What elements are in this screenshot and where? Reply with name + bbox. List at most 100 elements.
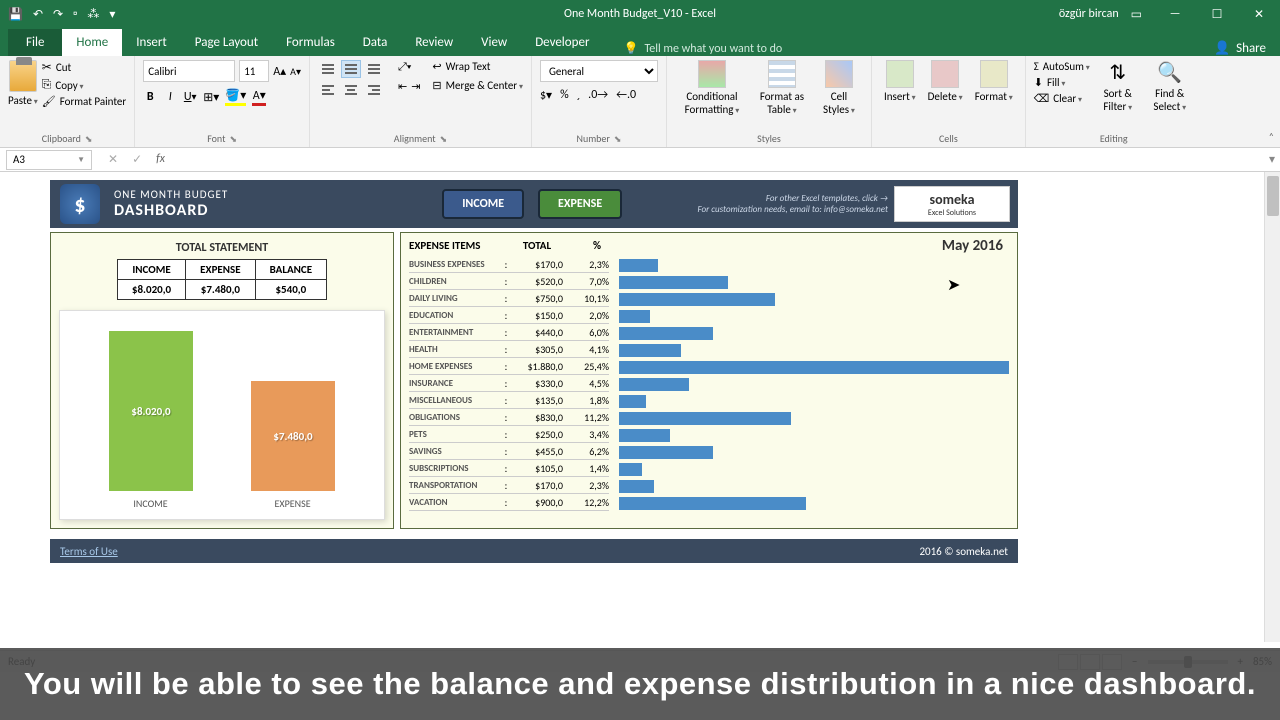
tab-home[interactable]: Home — [62, 29, 122, 56]
delete-icon — [931, 60, 959, 88]
worksheet[interactable]: $ ONE MONTH BUDGET DASHBOARD INCOME EXPE… — [0, 172, 1280, 642]
expense-row: EDUCATION:$150,02,0% — [409, 307, 609, 324]
decrease-indent-button[interactable]: ⇤ — [398, 80, 407, 93]
tell-me-search[interactable]: 💡 Tell me what you want to do — [623, 41, 782, 56]
lightbulb-icon: 💡 — [623, 41, 638, 56]
close-icon[interactable]: ✕ — [1238, 0, 1280, 28]
wrap-text-button[interactable]: ↩Wrap Text — [432, 60, 523, 73]
font-size-input[interactable] — [239, 60, 269, 82]
vertical-scrollbar[interactable] — [1264, 172, 1280, 642]
merge-center-button[interactable]: ⊟Merge & Center — [432, 79, 523, 92]
group-font: A▴ A▾ B I U▾ ⊞▾ 🪣▾ A▾ Font⬊ — [135, 56, 310, 147]
expense-row: BUSINESS EXPENSES:$170,02,3% — [409, 256, 609, 273]
expense-table: EXPENSE ITEMS TOTAL % BUSINESS EXPENSES:… — [409, 239, 609, 522]
align-center-button[interactable] — [341, 81, 361, 99]
delete-cells-button[interactable]: Delete — [924, 60, 967, 103]
align-top-button[interactable] — [318, 60, 338, 78]
number-format-select[interactable]: General — [540, 60, 658, 82]
sort-filter-button[interactable]: ⇅Sort & Filter — [1094, 60, 1142, 113]
minimize-icon[interactable]: — — [1154, 0, 1196, 28]
decrease-font-icon[interactable]: A▾ — [290, 65, 301, 78]
sigma-icon: Σ — [1034, 60, 1039, 73]
tab-file[interactable]: File — [8, 29, 62, 56]
expense-button[interactable]: EXPENSE — [538, 189, 622, 219]
expand-formula-bar-icon[interactable]: ▾ — [1264, 152, 1280, 167]
tab-insert[interactable]: Insert — [122, 29, 181, 56]
insert-cells-button[interactable]: Insert — [880, 60, 920, 103]
bold-button[interactable]: B — [143, 90, 157, 104]
formula-input[interactable] — [175, 150, 1264, 170]
expense-hbar — [619, 327, 713, 340]
insert-function-icon[interactable]: fx — [156, 152, 165, 167]
income-button[interactable]: INCOME — [442, 189, 524, 219]
increase-decimal-button[interactable]: .0→ — [588, 88, 608, 103]
font-name-input[interactable] — [143, 60, 235, 82]
increase-font-icon[interactable]: A▴ — [273, 64, 286, 79]
tab-formulas[interactable]: Formulas — [272, 29, 349, 56]
qat-icon[interactable]: ⁂ — [87, 7, 99, 22]
format-as-table-button[interactable]: Format as Table — [753, 60, 811, 116]
paste-button[interactable]: Paste — [8, 60, 38, 107]
maximize-icon[interactable]: ☐ — [1196, 0, 1238, 28]
collapse-ribbon-icon[interactable]: ˄ — [1269, 130, 1274, 143]
income-expense-chart: $8.020,0 $7.480,0 INCOME EXPENSE — [59, 310, 385, 520]
alignment-dialog-launcher[interactable]: ⬊ — [440, 134, 448, 145]
tab-data[interactable]: Data — [349, 29, 402, 56]
border-button[interactable]: ⊞▾ — [203, 90, 219, 105]
find-select-button[interactable]: 🔍Find & Select — [1146, 60, 1194, 113]
decrease-decimal-button[interactable]: ←.0 — [616, 88, 636, 103]
conditional-formatting-button[interactable]: Conditional Formatting — [675, 60, 749, 116]
increase-indent-button[interactable]: ⇥ — [411, 80, 420, 93]
group-styles: Conditional Formatting Format as Table C… — [667, 56, 872, 147]
copy-icon — [42, 78, 52, 92]
cond-format-icon — [698, 60, 726, 88]
expense-row: MISCELLANEOUS:$135,01,8% — [409, 392, 609, 409]
clipboard-dialog-launcher[interactable]: ⬊ — [85, 134, 93, 145]
align-left-button[interactable] — [318, 81, 338, 99]
font-color-button[interactable]: A▾ — [252, 88, 266, 106]
tab-review[interactable]: Review — [401, 29, 467, 56]
find-icon: 🔍 — [1157, 60, 1182, 85]
fill-color-button[interactable]: 🪣▾ — [225, 88, 246, 106]
fill-button[interactable]: ⬇Fill — [1034, 76, 1090, 89]
align-right-button[interactable] — [364, 81, 384, 99]
accounting-format-button[interactable]: $▾ — [540, 88, 552, 103]
align-bottom-button[interactable] — [364, 60, 384, 78]
enter-formula-icon[interactable]: ✓ — [132, 152, 142, 167]
orientation-button[interactable]: ⤢▾ — [398, 60, 420, 74]
font-dialog-launcher[interactable]: ⬊ — [229, 134, 237, 145]
number-dialog-launcher[interactable]: ⬊ — [614, 134, 622, 145]
terms-link[interactable]: Terms of Use — [60, 545, 118, 558]
copy-button[interactable]: Copy — [42, 78, 126, 92]
clear-button[interactable]: ⌫Clear — [1034, 92, 1090, 105]
expense-hbar — [619, 310, 650, 323]
cell-styles-button[interactable]: Cell Styles — [815, 60, 863, 116]
comma-format-button[interactable]: ˏ — [577, 88, 581, 103]
name-box[interactable]: A3▼ — [6, 150, 92, 170]
scroll-thumb[interactable] — [1267, 176, 1279, 216]
format-painter-button[interactable]: Format Painter — [42, 95, 126, 108]
italic-button[interactable]: I — [163, 90, 177, 104]
save-icon[interactable]: 💾 — [8, 7, 23, 22]
qat-icon[interactable]: ▫ — [73, 7, 77, 21]
cut-button[interactable]: Cut — [42, 60, 126, 75]
redo-icon[interactable]: ↷ — [53, 7, 63, 22]
expense-hbar — [619, 463, 642, 476]
tab-developer[interactable]: Developer — [521, 29, 603, 56]
undo-icon[interactable]: ↶ — [33, 7, 43, 22]
align-middle-button[interactable] — [341, 60, 361, 78]
cancel-formula-icon[interactable]: ✕ — [108, 152, 118, 167]
tab-page-layout[interactable]: Page Layout — [181, 29, 272, 56]
underline-button[interactable]: U▾ — [183, 90, 197, 104]
format-cells-button[interactable]: Format — [971, 60, 1017, 103]
expense-hbar — [619, 412, 791, 425]
share-icon: 👤 — [1214, 41, 1230, 56]
share-button[interactable]: 👤 Share — [1214, 41, 1266, 56]
autosum-button[interactable]: ΣAutoSum — [1034, 60, 1090, 73]
ribbon-display-icon[interactable]: ▭ — [1131, 7, 1142, 22]
table-icon — [768, 60, 796, 88]
percent-format-button[interactable]: % — [560, 88, 569, 103]
tab-view[interactable]: View — [467, 29, 521, 56]
qat-dropdown-icon[interactable]: ▾ — [109, 7, 115, 22]
title-bar: 💾 ↶ ↷ ▫ ⁂ ▾ One Month Budget_V10 - Excel… — [0, 0, 1280, 28]
